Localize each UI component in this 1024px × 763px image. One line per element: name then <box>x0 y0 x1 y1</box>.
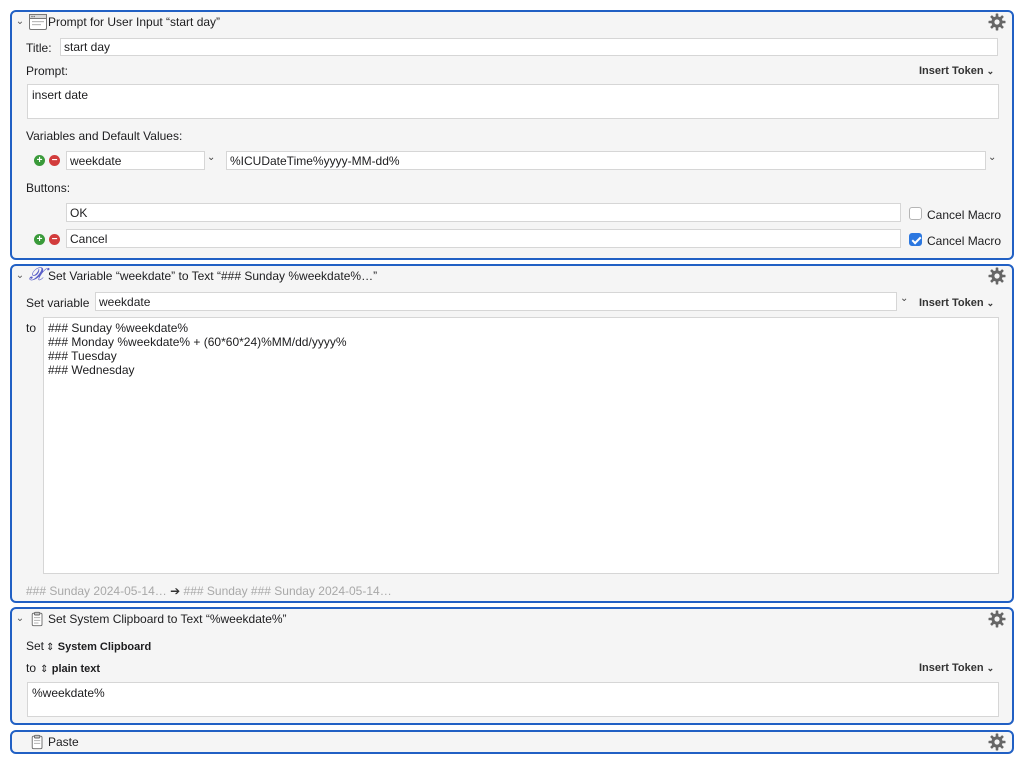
action-header: › Paste <box>12 732 1012 754</box>
updown-chevron-icon: ⇕ <box>46 642 55 653</box>
cancel-macro-label: Cancel Macro <box>927 234 1002 248</box>
action-header: ⌄ Set System Clipboard to Text “%weekdat… <box>12 609 1012 631</box>
remove-variable-icon[interactable]: − <box>49 155 60 166</box>
preview-input: ### Sunday 2024-05-14… <box>26 584 167 598</box>
variable-x-icon: 𝓧 <box>29 264 44 285</box>
action-title: Set System Clipboard to Text “%weekdate%… <box>48 612 287 626</box>
clipboard-icon <box>31 611 43 627</box>
prompt-user-input-action[interactable]: ⌄ Prompt for User Input “start day” Titl <box>10 10 1014 260</box>
prompt-text-field[interactable]: insert date <box>27 84 999 119</box>
button-name-field-ok[interactable] <box>66 203 901 222</box>
prompt-label: Prompt: <box>26 64 69 78</box>
action-header: ⌄ Prompt for User Input “start day” <box>12 12 1012 34</box>
set-label: Set <box>26 639 45 653</box>
clipboard-selector-label: System Clipboard <box>57 641 152 653</box>
button-name-field-cancel[interactable] <box>66 229 901 248</box>
action-title: Prompt for User Input “start day” <box>48 15 221 29</box>
to-label: to <box>26 321 37 335</box>
add-variable-icon[interactable]: + <box>34 155 45 166</box>
variable-default-chevron-down-icon[interactable]: ⌄ <box>988 152 996 163</box>
result-preview: ### Sunday 2024-05-14… ➔ ### Sunday ### … <box>26 584 392 598</box>
to-label: to <box>26 661 37 675</box>
window-icon <box>29 14 47 30</box>
remove-button-icon[interactable]: − <box>49 234 60 245</box>
action-title: Paste <box>48 735 79 749</box>
preview-arrow: ➔ <box>170 584 181 598</box>
cancel-macro-checkbox-ok[interactable] <box>909 207 922 220</box>
format-selector[interactable]: ⇕ plain text <box>40 661 100 675</box>
cancel-macro-label: Cancel Macro <box>927 208 1002 222</box>
chevron-right-icon[interactable]: › <box>14 736 26 748</box>
chevron-down-icon[interactable]: ⌄ <box>14 270 26 282</box>
insert-token-button[interactable]: Insert Token ⌄ <box>919 662 994 674</box>
set-variable-action[interactable]: ⌄ 𝓧 Set Variable “weekdate” to Text “###… <box>10 264 1014 603</box>
gear-icon[interactable] <box>988 267 1006 285</box>
title-label: Title: <box>26 41 52 55</box>
paste-action[interactable]: › Paste <box>10 730 1014 754</box>
gear-icon[interactable] <box>988 733 1006 751</box>
variable-name-field[interactable] <box>95 292 897 311</box>
action-title: Set Variable “weekdate” to Text “### Sun… <box>48 269 378 283</box>
format-selector-label: plain text <box>51 663 101 675</box>
variable-chevron-down-icon[interactable]: ⌄ <box>900 293 908 304</box>
chevron-down-icon[interactable]: ⌄ <box>14 613 26 625</box>
variable-text-field[interactable]: ### Sunday %weekdate% ### Monday %weekda… <box>43 317 999 574</box>
cancel-macro-checkbox-cancel[interactable] <box>909 233 922 246</box>
updown-chevron-icon: ⇕ <box>40 664 49 675</box>
clipboard-selector[interactable]: ⇕ System Clipboard <box>46 639 151 653</box>
chevron-down-icon[interactable]: ⌄ <box>14 16 26 28</box>
gear-icon[interactable] <box>988 13 1006 31</box>
insert-token-button[interactable]: Insert Token ⌄ <box>919 65 994 77</box>
clipboard-icon <box>31 734 43 750</box>
gear-icon[interactable] <box>988 610 1006 628</box>
variables-label: Variables and Default Values: <box>26 129 183 143</box>
variable-default-field[interactable] <box>226 151 986 170</box>
variable-name-chevron-down-icon[interactable]: ⌄ <box>207 152 215 163</box>
action-header: ⌄ 𝓧 Set Variable “weekdate” to Text “###… <box>12 266 1012 288</box>
variable-name-field[interactable] <box>66 151 205 170</box>
buttons-label: Buttons: <box>26 181 71 195</box>
set-clipboard-action[interactable]: ⌄ Set System Clipboard to Text “%weekdat… <box>10 607 1014 725</box>
set-variable-label: Set variable <box>26 296 90 310</box>
insert-token-button[interactable]: Insert Token ⌄ <box>919 297 994 309</box>
add-button-icon[interactable]: + <box>34 234 45 245</box>
title-field[interactable] <box>60 38 998 56</box>
clipboard-text-field[interactable]: %weekdate% <box>27 682 999 717</box>
preview-output: ### Sunday ### Sunday 2024-05-14… <box>183 584 392 598</box>
